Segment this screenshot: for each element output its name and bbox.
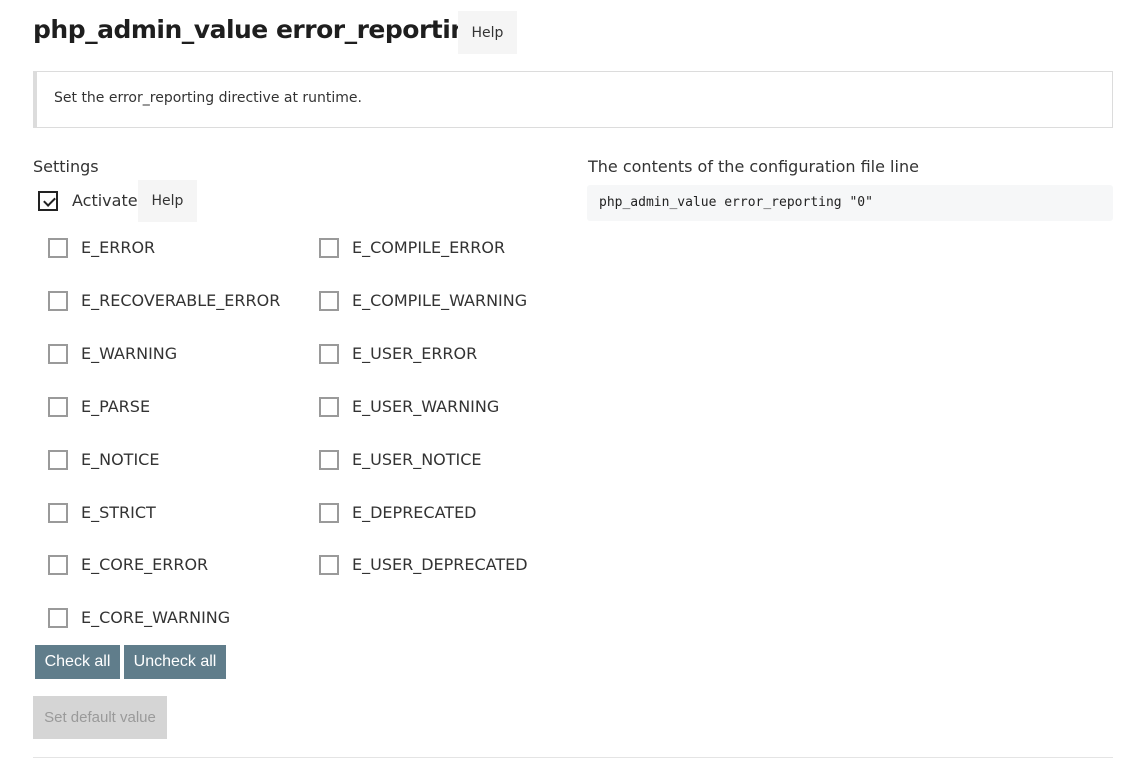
- error-option-label[interactable]: E_CORE_WARNING: [81, 608, 230, 628]
- error-option-label[interactable]: E_NOTICE: [81, 450, 159, 470]
- error-option-checkbox[interactable]: [48, 396, 68, 417]
- error-option-checkbox[interactable]: [319, 449, 339, 470]
- description-box: Set the error_reporting directive at run…: [33, 71, 1113, 128]
- error-option-label[interactable]: E_DEPRECATED: [352, 503, 477, 523]
- config-line-box: php_admin_value error_reporting "0": [587, 185, 1113, 221]
- error-option-label[interactable]: E_PARSE: [81, 397, 150, 417]
- error-option-label[interactable]: E_COMPILE_ERROR: [352, 238, 505, 258]
- error-option-checkbox[interactable]: [48, 343, 68, 364]
- error-option-label[interactable]: E_USER_DEPRECATED: [352, 555, 528, 575]
- error-option-checkbox[interactable]: [319, 502, 339, 523]
- activate-help-button[interactable]: Help: [138, 180, 197, 222]
- error-option-checkbox[interactable]: [48, 290, 68, 311]
- config-line-text: php_admin_value error_reporting "0": [599, 195, 873, 210]
- error-option-checkbox[interactable]: [319, 290, 339, 311]
- uncheck-all-button[interactable]: Uncheck all: [124, 645, 226, 679]
- error-option-checkbox[interactable]: [48, 608, 68, 629]
- set-default-value-button: Set default value: [33, 696, 167, 739]
- error-option-label[interactable]: E_COMPILE_WARNING: [352, 291, 527, 311]
- error-option-label[interactable]: E_STRICT: [81, 503, 156, 523]
- error-option-checkbox[interactable]: [319, 238, 339, 258]
- error-option-label[interactable]: E_RECOVERABLE_ERROR: [81, 291, 280, 311]
- divider: [33, 757, 1113, 758]
- error-option-label[interactable]: E_ERROR: [81, 238, 155, 258]
- error-option-checkbox[interactable]: [48, 449, 68, 470]
- error-option-checkbox[interactable]: [48, 502, 68, 523]
- help-button[interactable]: Help: [458, 11, 517, 54]
- description-text: Set the error_reporting directive at run…: [54, 90, 362, 106]
- activate-label[interactable]: Activate: [72, 191, 138, 210]
- error-option-label[interactable]: E_USER_ERROR: [352, 344, 477, 364]
- check-all-button[interactable]: Check all: [35, 645, 120, 679]
- settings-label: Settings: [33, 157, 99, 176]
- error-option-checkbox[interactable]: [48, 238, 68, 258]
- error-option-label[interactable]: E_WARNING: [81, 344, 177, 364]
- error-option-label[interactable]: E_USER_WARNING: [352, 397, 499, 417]
- error-option-checkbox[interactable]: [319, 343, 339, 364]
- error-option-label[interactable]: E_CORE_ERROR: [81, 555, 208, 575]
- error-option-checkbox[interactable]: [48, 555, 68, 576]
- activate-checkbox[interactable]: [38, 191, 58, 211]
- error-option-checkbox[interactable]: [319, 555, 339, 576]
- error-option-label[interactable]: E_USER_NOTICE: [352, 450, 482, 470]
- error-option-checkbox[interactable]: [319, 396, 339, 417]
- config-label: The contents of the configuration file l…: [588, 157, 919, 176]
- page-title: php_admin_value error_reporting: [33, 15, 485, 44]
